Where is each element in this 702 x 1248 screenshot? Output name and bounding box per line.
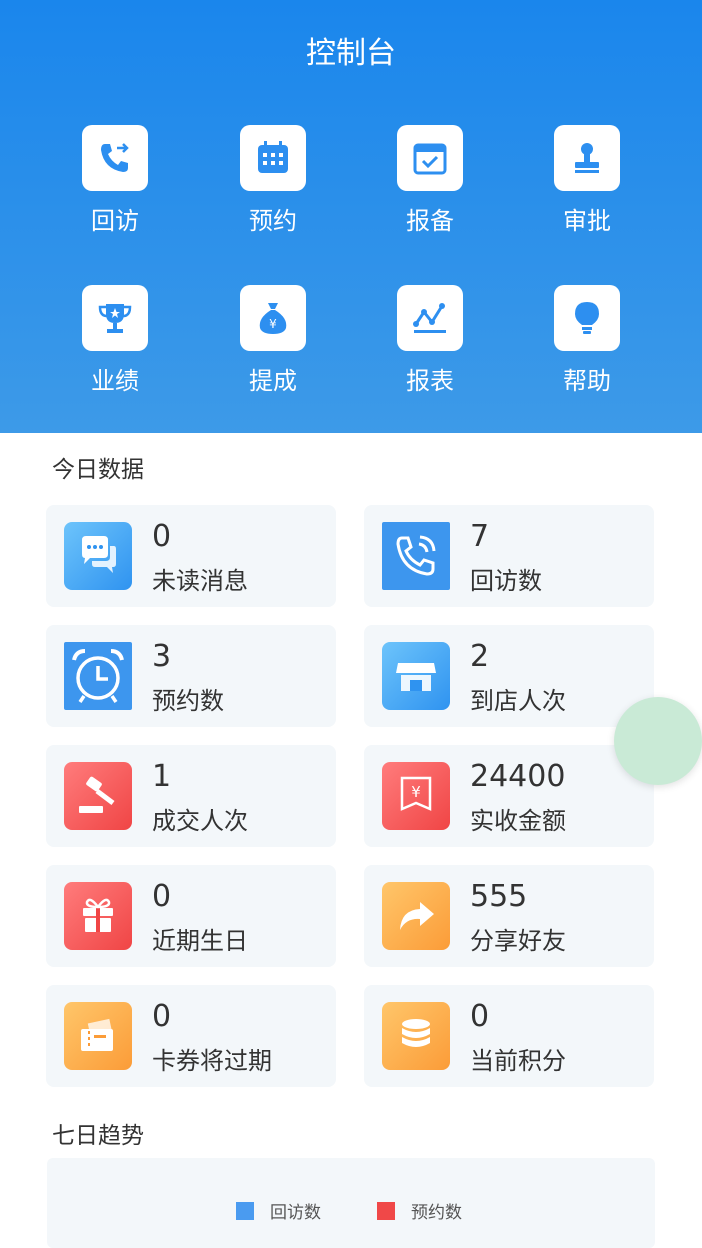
alarm-clock-icon: [64, 642, 132, 710]
stat-card-revenue[interactable]: ¥ 24400 实收金额: [364, 745, 654, 847]
stat-label: 卡券将过期: [152, 1047, 272, 1075]
stat-value: 2: [470, 639, 490, 674]
stat-label: 未读消息: [152, 567, 248, 595]
stat-card-unread-messages[interactable]: 0 未读消息: [46, 505, 336, 607]
legend-item-callbacks[interactable]: 回访数: [236, 1198, 321, 1223]
stat-label: 当前积分: [470, 1047, 566, 1075]
gavel-icon: [64, 762, 132, 830]
legend-swatch: [236, 1201, 254, 1220]
calendar-check-icon: [397, 125, 463, 191]
page-title: 控制台: [306, 36, 396, 71]
stat-label: 近期生日: [152, 927, 248, 955]
quick-action-report-filing[interactable]: 报备: [365, 125, 495, 236]
phone-callback-icon: [82, 125, 148, 191]
stat-value: 0: [152, 879, 172, 914]
quick-action-reports[interactable]: 报表: [365, 285, 495, 396]
section-title-trend: 七日趋势: [52, 1123, 144, 1149]
share-arrow-icon: [382, 882, 450, 950]
stat-value: 3: [152, 639, 172, 674]
stat-card-points[interactable]: 0 当前积分: [364, 985, 654, 1087]
stat-value: 0: [470, 999, 490, 1034]
floating-action-button[interactable]: [614, 697, 702, 785]
stat-card-store-visits[interactable]: 2 到店人次: [364, 625, 654, 727]
coin-stack-icon: [382, 1002, 450, 1070]
stat-label: 成交人次: [152, 807, 248, 835]
ticket-icon: [64, 1002, 132, 1070]
stat-value: 0: [152, 999, 172, 1034]
quick-action-approval[interactable]: 审批: [522, 125, 652, 236]
calendar-grid-icon: [240, 125, 306, 191]
svg-text:¥: ¥: [269, 317, 277, 331]
stat-card-shares[interactable]: 555 分享好友: [364, 865, 654, 967]
stat-value: 0: [152, 519, 172, 554]
lightbulb-icon: [554, 285, 620, 351]
stat-value: 555: [470, 879, 528, 914]
quick-action-commission[interactable]: ¥ 提成: [208, 285, 338, 396]
svg-text:¥: ¥: [411, 783, 421, 801]
quick-action-help[interactable]: 帮助: [522, 285, 652, 396]
yuan-receipt-icon: ¥: [382, 762, 450, 830]
stat-card-birthdays[interactable]: 0 近期生日: [46, 865, 336, 967]
quick-action-performance[interactable]: 业绩: [50, 285, 180, 396]
stat-label: 到店人次: [470, 687, 566, 715]
stat-value: 7: [470, 519, 490, 554]
money-bag-icon: ¥: [240, 285, 306, 351]
stat-card-expiring-coupons[interactable]: 0 卡券将过期: [46, 985, 336, 1087]
stat-label: 实收金额: [470, 807, 566, 835]
stat-value: 24400: [470, 759, 566, 794]
stamp-icon: [554, 125, 620, 191]
phone-ringing-icon: [382, 522, 450, 590]
stat-card-appointments[interactable]: 3 预约数: [46, 625, 336, 727]
stat-card-deals[interactable]: 1 成交人次: [46, 745, 336, 847]
stat-label: 回访数: [470, 567, 542, 595]
stat-label: 预约数: [152, 687, 224, 715]
quick-action-appointment[interactable]: 预约: [208, 125, 338, 236]
stat-label: 分享好友: [470, 927, 566, 955]
trend-chart: 回访数 预约数: [47, 1158, 655, 1248]
trophy-icon: [82, 285, 148, 351]
legend-swatch: [377, 1201, 395, 1220]
gift-icon: [64, 882, 132, 950]
chat-bubbles-icon: [64, 522, 132, 590]
quick-action-callback[interactable]: 回访: [50, 125, 180, 236]
section-title-today: 今日数据: [52, 457, 144, 483]
stat-value: 1: [152, 759, 172, 794]
line-chart-icon: [397, 285, 463, 351]
legend-item-appointments[interactable]: 预约数: [377, 1198, 462, 1223]
stat-card-callbacks[interactable]: 7 回访数: [364, 505, 654, 607]
store-icon: [382, 642, 450, 710]
